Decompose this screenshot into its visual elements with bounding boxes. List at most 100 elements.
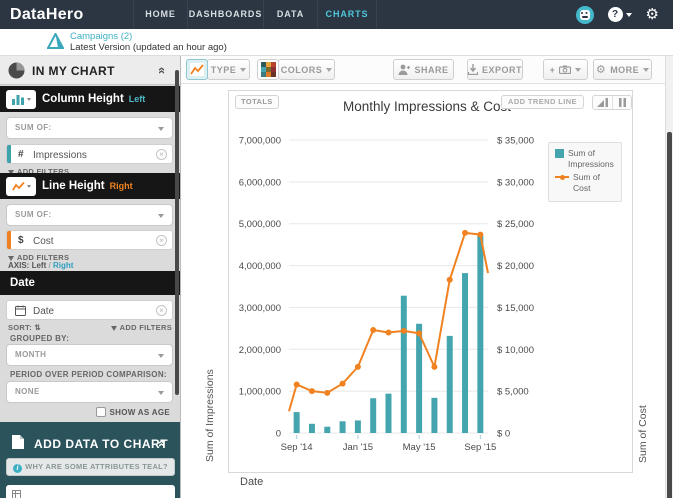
totals-button[interactable]: TOTALS	[235, 95, 279, 109]
colors-button[interactable]: COLORS	[278, 59, 335, 80]
chart-type-preview-chip[interactable]	[186, 59, 208, 80]
line-axis-tag: Right	[109, 181, 133, 191]
sidebar-scrollbar-thumb[interactable]	[175, 70, 179, 395]
colors-preview-chip[interactable]	[257, 59, 279, 80]
field-label: Cost	[33, 235, 54, 247]
chevron-down-icon	[643, 67, 650, 72]
date-sort-control[interactable]: SORT: ⇅	[8, 323, 41, 332]
axis-right-option[interactable]: Right	[53, 261, 73, 270]
legend-square-swatch	[555, 149, 564, 158]
impressions-field-chip[interactable]: # Impressions ×	[6, 144, 173, 164]
grid-icon	[12, 490, 21, 498]
add-data-section: ADD DATA TO CHART « i WHY ARE SOME ATTRIB…	[0, 422, 180, 498]
nav-item-data[interactable]: DATA	[263, 0, 317, 29]
dataset-link[interactable]: Campaigns (2)	[70, 31, 132, 42]
svg-text:$ 20,000: $ 20,000	[497, 261, 534, 272]
remove-field-icon[interactable]: ×	[156, 149, 167, 160]
help-menu[interactable]: ?	[607, 7, 632, 22]
nav-item-home[interactable]: HOME	[133, 0, 187, 29]
period-comparison-label: PERIOD OVER PERIOD COMPARISON:	[10, 370, 167, 379]
remove-field-icon[interactable]: ×	[156, 305, 167, 316]
date-body: Date × SORT: ⇅ ADD FILTERS GROUPED BY: M…	[0, 295, 180, 422]
currency-type-icon: $	[18, 235, 24, 246]
more-button[interactable]: ⚙ MORE	[593, 59, 652, 80]
dataset-version-text: Latest Version (updated an hour ago)	[70, 42, 227, 53]
cost-field-chip[interactable]: $ Cost ×	[6, 230, 173, 250]
main-scrollbar-thumb[interactable]	[667, 132, 672, 498]
svg-text:5,000,000: 5,000,000	[239, 219, 281, 230]
column-type-chip[interactable]	[6, 90, 36, 109]
app-window: DataHero HOME DASHBOARDS DATA CHARTS ? ⚙…	[0, 0, 673, 498]
line-height-section-header: Line Height Right	[0, 173, 180, 199]
attribute-list-item[interactable]	[6, 485, 175, 498]
filter-funnel-icon	[110, 326, 117, 331]
svg-text:1,000,000: 1,000,000	[239, 387, 281, 398]
chevron-down-icon	[26, 98, 31, 101]
bar-chart-icon	[11, 95, 24, 105]
x-axis-title: Date	[240, 476, 264, 488]
line-type-chip[interactable]	[6, 177, 36, 196]
show-as-age-checkbox[interactable]: SHOW AS AGE	[95, 407, 171, 417]
sort-by-value-button[interactable]	[593, 96, 612, 109]
svg-text:Jan '15: Jan '15	[343, 442, 373, 453]
number-type-icon: #	[18, 149, 24, 160]
legend-line-marker	[555, 174, 569, 180]
type-button[interactable]: TYPE	[207, 59, 250, 80]
dataset-subheader: Campaigns (2) Latest Version (updated an…	[0, 29, 673, 56]
chevron-down-icon	[625, 12, 632, 17]
line-aggregation-select[interactable]: SUM OF:	[6, 204, 173, 226]
avatar-face-icon	[579, 9, 590, 20]
download-icon	[468, 64, 478, 75]
share-person-icon	[398, 64, 411, 75]
column-height-section-header: Column Height Left	[0, 86, 180, 112]
column-axis-tag: Left	[128, 94, 146, 104]
add-data-title: ADD DATA TO CHART	[34, 437, 169, 451]
svg-text:7,000,000: 7,000,000	[239, 136, 281, 147]
chevron-down-icon	[26, 185, 31, 188]
add-to-dashboard-button[interactable]: +	[543, 59, 588, 80]
svg-text:Sep '15: Sep '15	[464, 442, 496, 453]
chevron-down-icon	[158, 391, 164, 395]
chevron-down-icon	[575, 67, 582, 72]
period-comparison-select[interactable]: NONE	[6, 381, 173, 403]
date-field-chip[interactable]: Date ×	[6, 300, 173, 320]
left-axis-title: Sum of Impressions	[204, 369, 216, 462]
collapse-chevrons-icon[interactable]: «	[155, 67, 170, 74]
column-aggregation-select[interactable]: SUM OF:	[6, 117, 173, 139]
in-my-chart-header: IN MY CHART «	[0, 56, 180, 85]
remove-field-icon[interactable]: ×	[156, 235, 167, 246]
teal-attributes-hint-button[interactable]: i WHY ARE SOME ATTRIBUTES TEAL?	[6, 458, 175, 476]
camera-icon	[559, 65, 572, 74]
sort-arrows-icon: ⇅	[34, 323, 41, 332]
line-height-title: Line Height Right	[42, 180, 133, 192]
field-label: Impressions	[33, 149, 87, 161]
chevron-down-icon	[240, 67, 247, 72]
brand-logo[interactable]: DataHero	[10, 0, 84, 29]
svg-text:$ 0: $ 0	[497, 429, 510, 440]
share-button[interactable]: SHARE	[393, 59, 454, 80]
grouped-by-label: GROUPED BY:	[10, 334, 70, 343]
add-trend-line-button[interactable]: ADD TREND LINE	[501, 95, 584, 109]
main-scrollbar-track	[665, 56, 673, 498]
top-navbar: DataHero HOME DASHBOARDS DATA CHARTS ? ⚙	[0, 0, 673, 29]
svg-text:4,000,000: 4,000,000	[239, 261, 281, 272]
settings-gear-icon[interactable]: ⚙	[646, 0, 659, 29]
svg-text:$ 5,000: $ 5,000	[497, 387, 529, 398]
nav-item-dashboards[interactable]: DASHBOARDS	[187, 0, 263, 29]
export-button[interactable]: EXPORT	[467, 59, 523, 80]
collapse-chevrons-icon[interactable]: «	[155, 440, 170, 447]
user-avatar[interactable]	[575, 5, 594, 24]
document-icon	[12, 435, 24, 449]
grouped-by-select[interactable]: MONTH	[6, 344, 173, 366]
chart-legend: Sum of Impressions Sum of Cost	[548, 142, 622, 202]
gear-icon: ⚙	[595, 64, 607, 76]
legend-item-impressions: Sum of Impressions	[555, 148, 615, 170]
svg-text:$ 15,000: $ 15,000	[497, 303, 534, 314]
svg-text:3,000,000: 3,000,000	[239, 303, 281, 314]
date-add-filters[interactable]: ADD FILTERS	[110, 323, 172, 332]
axis-left-option[interactable]: Left	[32, 261, 47, 270]
nav-item-charts[interactable]: CHARTS	[317, 0, 377, 29]
svg-text:$ 30,000: $ 30,000	[497, 177, 534, 188]
pause-bars-button[interactable]	[612, 96, 631, 109]
svg-text:2,000,000: 2,000,000	[239, 345, 281, 356]
